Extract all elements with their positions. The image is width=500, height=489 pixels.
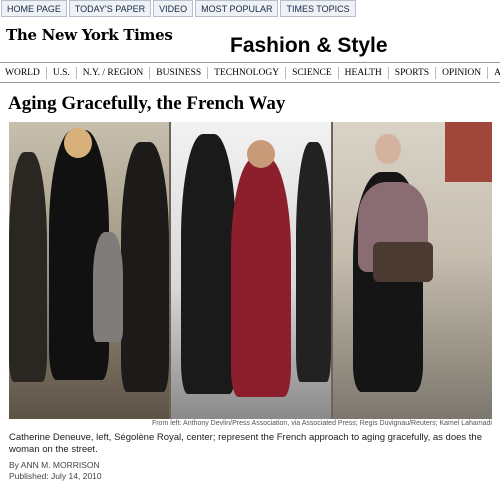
tab-times-topics[interactable]: TIMES TOPICS [280, 0, 356, 17]
photo-credit: From left: Anthony Devlin/Press Associat… [151, 420, 492, 427]
nav-item-health[interactable]: HEALTH [339, 66, 389, 79]
photo-panel-right [333, 122, 492, 419]
nav-item-opinion[interactable]: OPINION [436, 66, 489, 79]
nyt-logo[interactable]: The New York Times [6, 26, 173, 44]
tab-most-popular[interactable]: MOST POPULAR [195, 0, 279, 17]
nav-item-business[interactable]: BUSINESS [150, 66, 209, 79]
nav-item-technology[interactable]: TECHNOLOGY [208, 66, 287, 79]
nav-item-us[interactable]: U.S. [47, 66, 77, 79]
article-published-date: Published: July 14, 2010 [9, 471, 102, 481]
nav-item-science[interactable]: SCIENCE [286, 66, 339, 79]
tab-home-page[interactable]: HOME PAGE [1, 0, 67, 17]
top-tabs: HOME PAGE TODAY'S PAPER VIDEO MOST POPUL… [0, 0, 500, 18]
tab-video[interactable]: VIDEO [153, 0, 194, 17]
masthead: The New York Times Fashion & Style [0, 18, 500, 63]
photo-panel-center [171, 122, 331, 419]
section-nav: WORLD U.S. N.Y. / REGION BUSINESS TECHNO… [0, 63, 500, 83]
article-headline: Aging Gracefully, the French Way [8, 93, 286, 114]
nav-item-sports[interactable]: SPORTS [389, 66, 437, 79]
article-photo [9, 122, 492, 419]
section-title[interactable]: Fashion & Style [230, 34, 388, 58]
tab-todays-paper[interactable]: TODAY'S PAPER [68, 0, 152, 17]
nav-item-ny-region[interactable]: N.Y. / REGION [77, 66, 151, 79]
nav-item-arts[interactable]: A [488, 67, 500, 79]
photo-panel-left [9, 122, 169, 419]
photo-caption: Catherine Deneuve, left, Ségolène Royal,… [9, 432, 483, 455]
article-byline: By ANN M. MORRISON [9, 460, 100, 470]
nav-item-world[interactable]: WORLD [0, 66, 47, 79]
